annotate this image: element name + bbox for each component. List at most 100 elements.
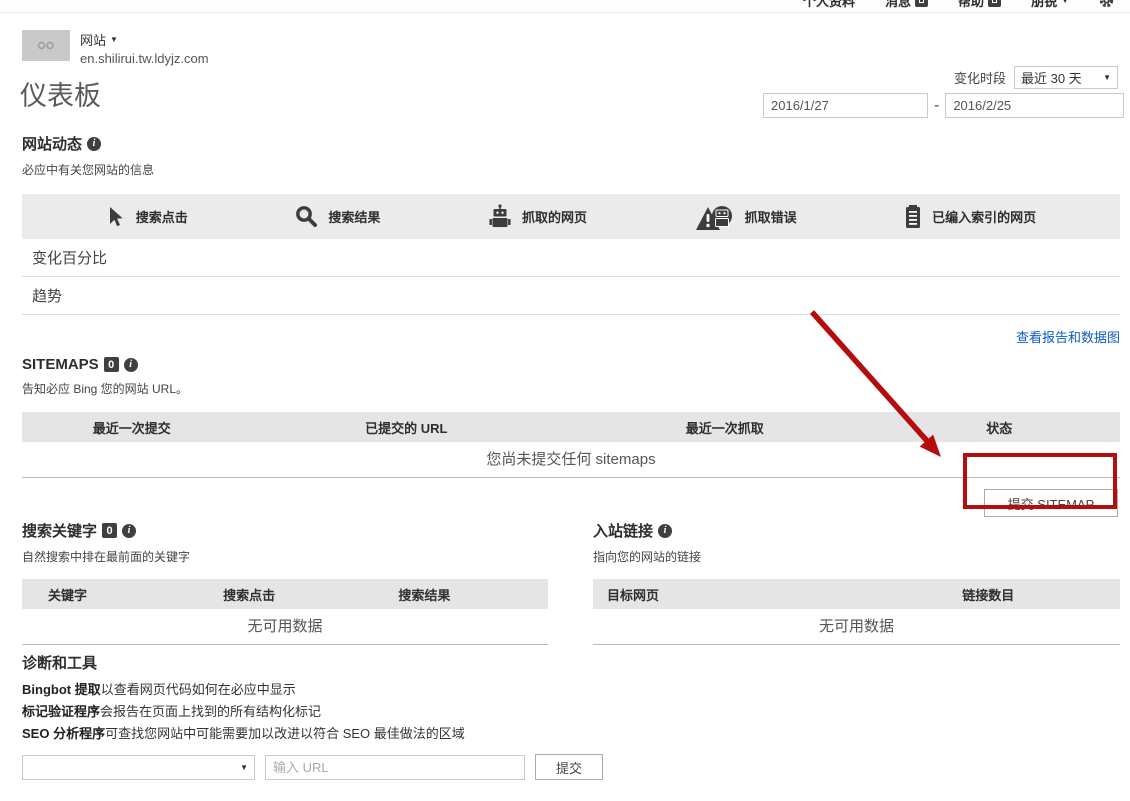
keywords-table-header: 关键字 搜索点击 搜索结果 (22, 579, 548, 609)
tool-description: 以查看网页代码如何在必应中显示 (101, 682, 296, 697)
metric-crawled-pages[interactable]: 抓取的网页 (488, 204, 587, 229)
profile-menu-item[interactable]: 个人资料 (803, 0, 855, 10)
column-header: 状态 (878, 418, 1120, 437)
profile-label: 个人资料 (803, 0, 855, 10)
row-label: 趋势 (32, 285, 62, 306)
robot-icon (488, 204, 512, 229)
help-badge-icon (988, 0, 1001, 7)
date-from-input[interactable] (763, 93, 928, 118)
column-header: 关键字 (22, 585, 197, 604)
inbound-links-empty-message: 无可用数据 (593, 609, 1120, 645)
keywords-subtitle: 自然搜索中排在最前面的关键字 (22, 548, 548, 565)
column-header: 搜索点击 (197, 585, 372, 604)
row-label: 变化百分比 (32, 247, 107, 268)
messages-badge-icon (915, 0, 928, 7)
site-activity-title: 网站动态 (22, 133, 82, 154)
settings-gear[interactable] (1099, 0, 1114, 8)
search-icon (295, 205, 318, 228)
column-header: 最近一次提交 (22, 418, 242, 437)
date-range: - (763, 93, 1124, 118)
period-label: 变化时段 (954, 68, 1006, 87)
sitemaps-empty-message: 您尚未提交任何 sitemaps (22, 442, 1120, 478)
view-reports-link[interactable]: 查看报告和数据图 (1016, 330, 1120, 345)
period-select-value: 最近 30 天 (1021, 68, 1082, 87)
diagnostic-line: Bingbot 提取以查看网页代码如何在必应中显示 (22, 681, 1120, 698)
site-selector-label: 网站 (80, 30, 106, 49)
site-activity-subtitle: 必应中有关您网站的信息 (22, 161, 1120, 178)
indexed-pages-icon (904, 204, 922, 229)
inbound-links-table-header: 目标网页 链接数目 (593, 579, 1120, 609)
sitemaps-section: SITEMAPS 0 i 告知必应 Bing 您的网站 URL。 最近一次提交 … (22, 356, 1120, 517)
row-change-percentage: 变化百分比 (22, 239, 1120, 277)
messages-menu-item[interactable]: 消息 (885, 0, 928, 10)
cursor-icon (106, 206, 126, 228)
tool-description: 会报告在页面上找到的所有结构化标记 (100, 704, 321, 719)
sitemaps-subtitle: 告知必应 Bing 您的网站 URL。 (22, 380, 1120, 397)
site-placeholder-icon (37, 41, 55, 50)
info-icon[interactable]: i (122, 524, 136, 538)
search-keywords-section: 搜索关键字 0 i 自然搜索中排在最前面的关键字 关键字 搜索点击 搜索结果 无… (22, 520, 548, 645)
help-label: 帮助 (958, 0, 984, 10)
diagnostics-section: 诊断和工具 Bingbot 提取以查看网页代码如何在必应中显示 标记验证程序会报… (22, 652, 1120, 780)
crawl-error-icon (695, 203, 735, 231)
submit-url-button[interactable]: 提交 (535, 754, 603, 780)
messages-label: 消息 (885, 0, 911, 10)
diagnostic-line: SEO 分析程序可查找您网站中可能需要加以改进以符合 SEO 最佳做法的区域 (22, 725, 1120, 742)
url-input[interactable] (265, 755, 525, 780)
metric-crawl-errors[interactable]: 抓取错误 (695, 203, 797, 231)
sitemaps-count-badge: 0 (104, 357, 119, 372)
column-header: 已提交的 URL (242, 418, 571, 437)
period-filter: 变化时段 最近 30 天 ▼ (954, 66, 1118, 89)
row-trend: 趋势 (22, 277, 1120, 315)
sitemaps-title: SITEMAPS (22, 356, 99, 373)
top-bar: 个人资料 消息 帮助 朋锐 ▼ (0, 0, 1130, 13)
chevron-down-icon: ▼ (1103, 73, 1111, 82)
chevron-down-icon: ▼ (240, 763, 248, 772)
inbound-links-section: 入站链接 i 指向您的网站的链接 目标网页 链接数目 无可用数据 (593, 520, 1120, 645)
column-header: 目标网页 (593, 585, 857, 604)
keywords-title: 搜索关键字 (22, 520, 97, 541)
tool-name: 标记验证程序 (22, 704, 100, 719)
help-menu-item[interactable]: 帮助 (958, 0, 1001, 10)
webmaster-dashboard-page: 个人资料 消息 帮助 朋锐 ▼ 网站 ▼ en.shilirui.tw.ldyjz.… (0, 0, 1130, 801)
period-select[interactable]: 最近 30 天 ▼ (1014, 66, 1118, 89)
column-header: 链接数目 (857, 585, 1121, 604)
site-header: 网站 ▼ en.shilirui.tw.ldyjz.com (22, 30, 209, 66)
metric-label: 搜索结果 (328, 207, 380, 226)
metric-label: 抓取的网页 (522, 207, 587, 226)
chevron-down-icon: ▼ (110, 35, 118, 44)
metric-label: 抓取错误 (745, 207, 797, 226)
site-thumbnail (22, 30, 70, 61)
submit-sitemap-button[interactable]: 提交 SITEMAP (984, 489, 1118, 517)
info-icon[interactable]: i (124, 358, 138, 372)
tool-name: SEO 分析程序 (22, 726, 105, 741)
page-title: 仪表板 (20, 74, 101, 113)
diagnostics-title: 诊断和工具 (22, 652, 97, 673)
chevron-down-icon: ▼ (1061, 0, 1069, 5)
site-selector[interactable]: 网站 ▼ (80, 30, 209, 49)
username-label: 朋锐 (1031, 0, 1057, 10)
metric-search-clicks[interactable]: 搜索点击 (106, 206, 188, 228)
metric-label: 已编入索引的网页 (932, 207, 1036, 226)
date-to-input[interactable] (945, 93, 1124, 118)
gear-icon (1099, 0, 1114, 8)
tool-name: Bingbot 提取 (22, 682, 101, 697)
metrics-header-band: 搜索点击 搜索结果 (22, 194, 1120, 239)
user-menu[interactable]: 朋锐 ▼ (1031, 0, 1069, 10)
column-header: 最近一次抓取 (571, 418, 878, 437)
diagnostic-line: 标记验证程序会报告在页面上找到的所有结构化标记 (22, 703, 1120, 720)
tool-description: 可查找您网站中可能需要加以改进以符合 SEO 最佳做法的区域 (105, 726, 465, 741)
info-icon[interactable]: i (658, 524, 672, 538)
info-icon[interactable]: i (87, 137, 101, 151)
site-url: en.shilirui.tw.ldyjz.com (80, 51, 209, 66)
keywords-count-badge: 0 (102, 523, 117, 538)
column-header: 搜索结果 (372, 585, 547, 604)
metric-indexed-pages[interactable]: 已编入索引的网页 (904, 204, 1036, 229)
sitemaps-table-header: 最近一次提交 已提交的 URL 最近一次抓取 状态 (22, 412, 1120, 442)
keywords-empty-message: 无可用数据 (22, 609, 548, 645)
site-activity-section: 网站动态 i 必应中有关您网站的信息 搜索点击 搜索结果 (22, 133, 1120, 347)
date-separator: - (934, 97, 939, 115)
metric-search-results[interactable]: 搜索结果 (295, 205, 380, 228)
inbound-links-title: 入站链接 (593, 520, 653, 541)
tool-select[interactable]: ▼ (22, 755, 255, 780)
